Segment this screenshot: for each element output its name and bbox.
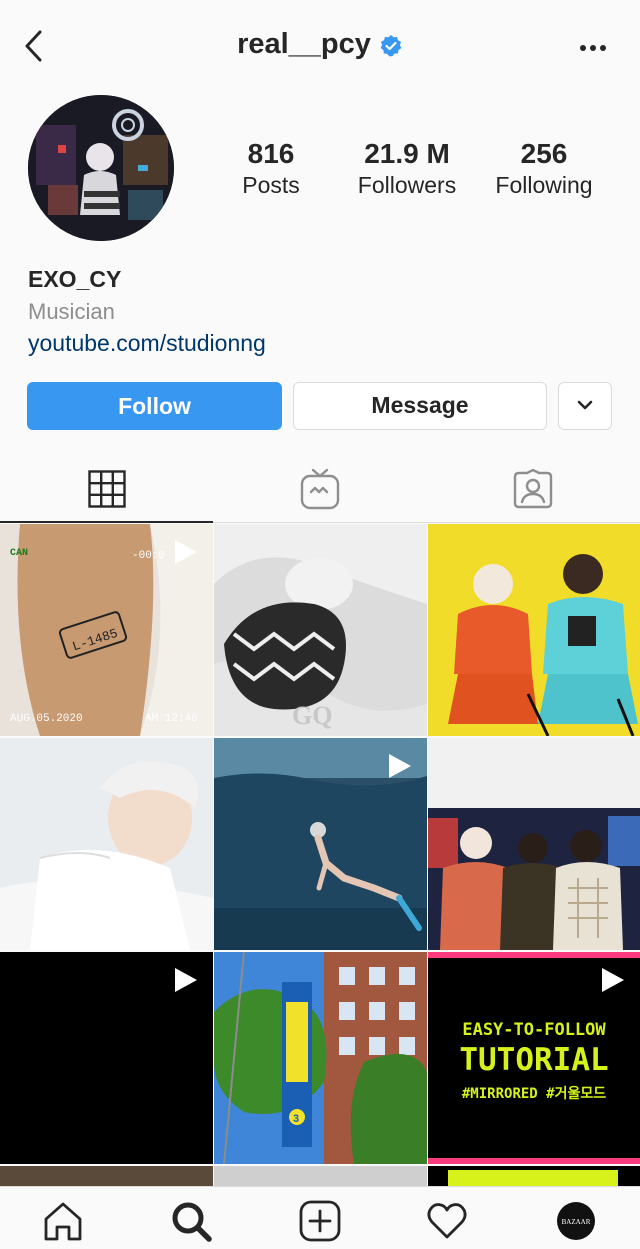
- post-thumbnail[interactable]: GQ: [214, 524, 427, 736]
- profile-category: Musician: [28, 299, 115, 324]
- stat-following[interactable]: 256 Following: [474, 138, 614, 200]
- activity-heart-icon[interactable]: [425, 1199, 469, 1243]
- camcorder-date: AUG.05.2020: [10, 713, 83, 725]
- post-thumbnail[interactable]: [214, 1166, 427, 1186]
- followers-label: Followers: [357, 172, 457, 198]
- posts-count: 816: [247, 138, 295, 169]
- verified-badge-icon: [379, 33, 403, 57]
- post-thumbnail[interactable]: [0, 738, 213, 950]
- profile-avatar[interactable]: [28, 95, 174, 241]
- bottom-navigation: BAZAAR: [0, 1186, 640, 1249]
- magazine-watermark: GQ: [292, 701, 332, 730]
- profile-username: real__pcy: [0, 28, 640, 61]
- post-thumbnail[interactable]: [0, 952, 213, 1164]
- post-thumbnail[interactable]: [428, 738, 640, 950]
- profile-avatar-icon[interactable]: BAZAAR: [554, 1199, 598, 1243]
- video-play-icon: [389, 754, 411, 778]
- video-play-icon: [175, 540, 197, 564]
- igtv-icon: [300, 468, 339, 510]
- camcorder-label: CAN: [10, 548, 28, 559]
- tab-tagged[interactable]: [426, 456, 640, 522]
- post-thumbnail[interactable]: 3: [214, 952, 427, 1164]
- camcorder-time: AM 12:46: [145, 713, 198, 725]
- video-text-line-3: #MIRRORED #거울모드: [462, 1085, 606, 1102]
- video-text-line-2: TUTORIAL: [459, 1042, 608, 1078]
- tab-igtv[interactable]: [213, 456, 426, 522]
- post-thumbnail[interactable]: [428, 524, 640, 736]
- stat-posts[interactable]: 816 Posts: [201, 138, 341, 200]
- username-text: real__pcy: [237, 28, 371, 60]
- posts-grid: L-1485 CAN -00:0 AUG.05.2020 AM 12:46 GQ: [0, 524, 640, 1186]
- video-play-icon: [602, 968, 624, 992]
- following-label: Following: [495, 172, 593, 198]
- video-text-line-1: EASY-TO-FOLLOW: [462, 1020, 606, 1040]
- search-icon[interactable]: [169, 1199, 213, 1243]
- sign-number: 3: [293, 1113, 299, 1125]
- post-thumbnail[interactable]: [214, 738, 427, 950]
- post-thumbnail[interactable]: [0, 1166, 213, 1186]
- profile-tabs: [0, 456, 640, 523]
- post-thumbnail[interactable]: L-1485 CAN -00:0 AUG.05.2020 AM 12:46: [0, 524, 213, 736]
- post-thumbnail[interactable]: [428, 1166, 640, 1186]
- more-horizontal-icon[interactable]: [578, 38, 608, 58]
- post-thumbnail[interactable]: EASY-TO-FOLLOW TUTORIAL #MIRRORED #거울모드: [428, 952, 640, 1164]
- tagged-icon: [513, 469, 553, 509]
- chevron-down-icon: [577, 400, 593, 410]
- following-count: 256: [520, 138, 568, 169]
- grid-icon: [87, 469, 126, 508]
- stat-followers[interactable]: 21.9 M Followers: [337, 138, 477, 200]
- posts-label: Posts: [242, 172, 300, 198]
- follow-button[interactable]: Follow: [27, 382, 282, 430]
- profile-link[interactable]: youtube.com/studionng: [28, 330, 266, 357]
- camcorder-timer: -00:0: [132, 550, 165, 562]
- message-button[interactable]: Message: [293, 382, 547, 430]
- home-icon[interactable]: [41, 1199, 85, 1243]
- suggested-dropdown-button[interactable]: [558, 382, 612, 430]
- top-bar: real__pcy: [0, 0, 640, 96]
- tab-grid[interactable]: [0, 456, 213, 523]
- new-post-icon[interactable]: [298, 1199, 342, 1243]
- profile-name: EXO_CY: [28, 266, 122, 292]
- video-play-icon: [175, 968, 197, 992]
- followers-count: 21.9 M: [364, 138, 450, 169]
- profile-avatar-text: BAZAAR: [562, 1218, 591, 1226]
